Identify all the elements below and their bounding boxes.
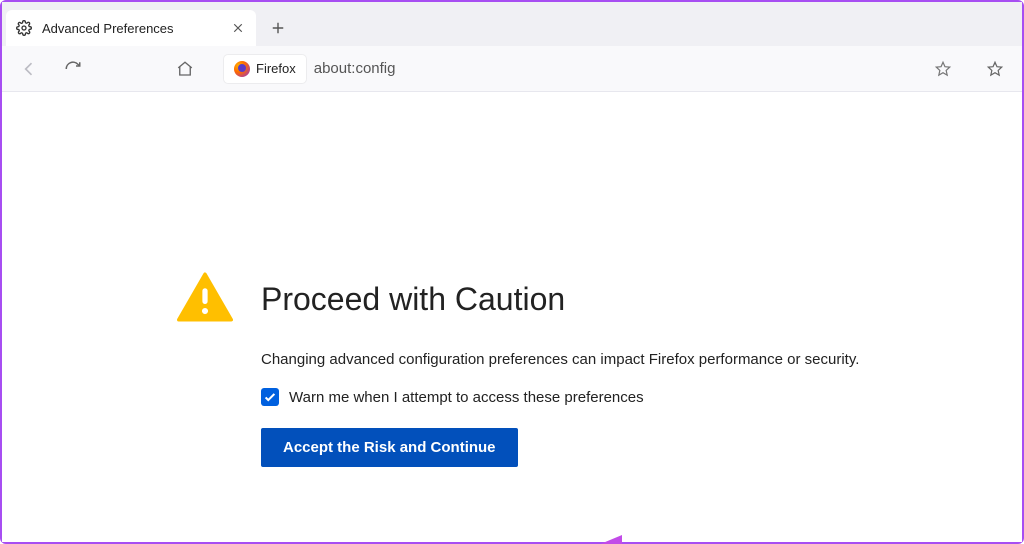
accept-risk-button[interactable]: Accept the Risk and Continue [261,428,518,467]
warning-body: Changing advanced configuration preferen… [261,351,897,368]
tab-active[interactable]: Advanced Preferences [6,10,256,46]
about-config-warning: Proceed with Caution Changing advanced c… [177,272,897,467]
close-icon[interactable] [230,20,246,36]
firefox-icon [234,61,250,77]
checkbox-label: Warn me when I attempt to access these p… [289,389,644,406]
checkbox-checked-icon[interactable] [261,388,279,406]
identity-label: Firefox [256,61,296,76]
page-content: Proceed with Caution Changing advanced c… [2,92,1022,542]
address-bar[interactable]: Firefox about:config [216,52,964,86]
gear-icon [16,20,32,36]
navigation-toolbar: Firefox about:config [2,46,1022,92]
back-button[interactable] [16,56,42,82]
bookmark-star-icon[interactable] [930,56,956,82]
annotation-arrow-icon [562,530,912,544]
reload-button[interactable] [60,56,86,82]
warning-heading: Proceed with Caution [261,281,565,318]
url-text: about:config [314,60,396,77]
save-to-pocket-icon[interactable] [982,56,1008,82]
home-button[interactable] [172,56,198,82]
browser-window: Advanced Preferences Firefox about:confi… [0,0,1024,544]
tab-title: Advanced Preferences [42,21,220,36]
warning-icon [177,272,233,327]
new-tab-button[interactable] [262,12,294,44]
warning-checkbox-row[interactable]: Warn me when I attempt to access these p… [261,388,897,406]
tab-strip: Advanced Preferences [2,2,1022,46]
identity-box[interactable]: Firefox [224,55,306,83]
